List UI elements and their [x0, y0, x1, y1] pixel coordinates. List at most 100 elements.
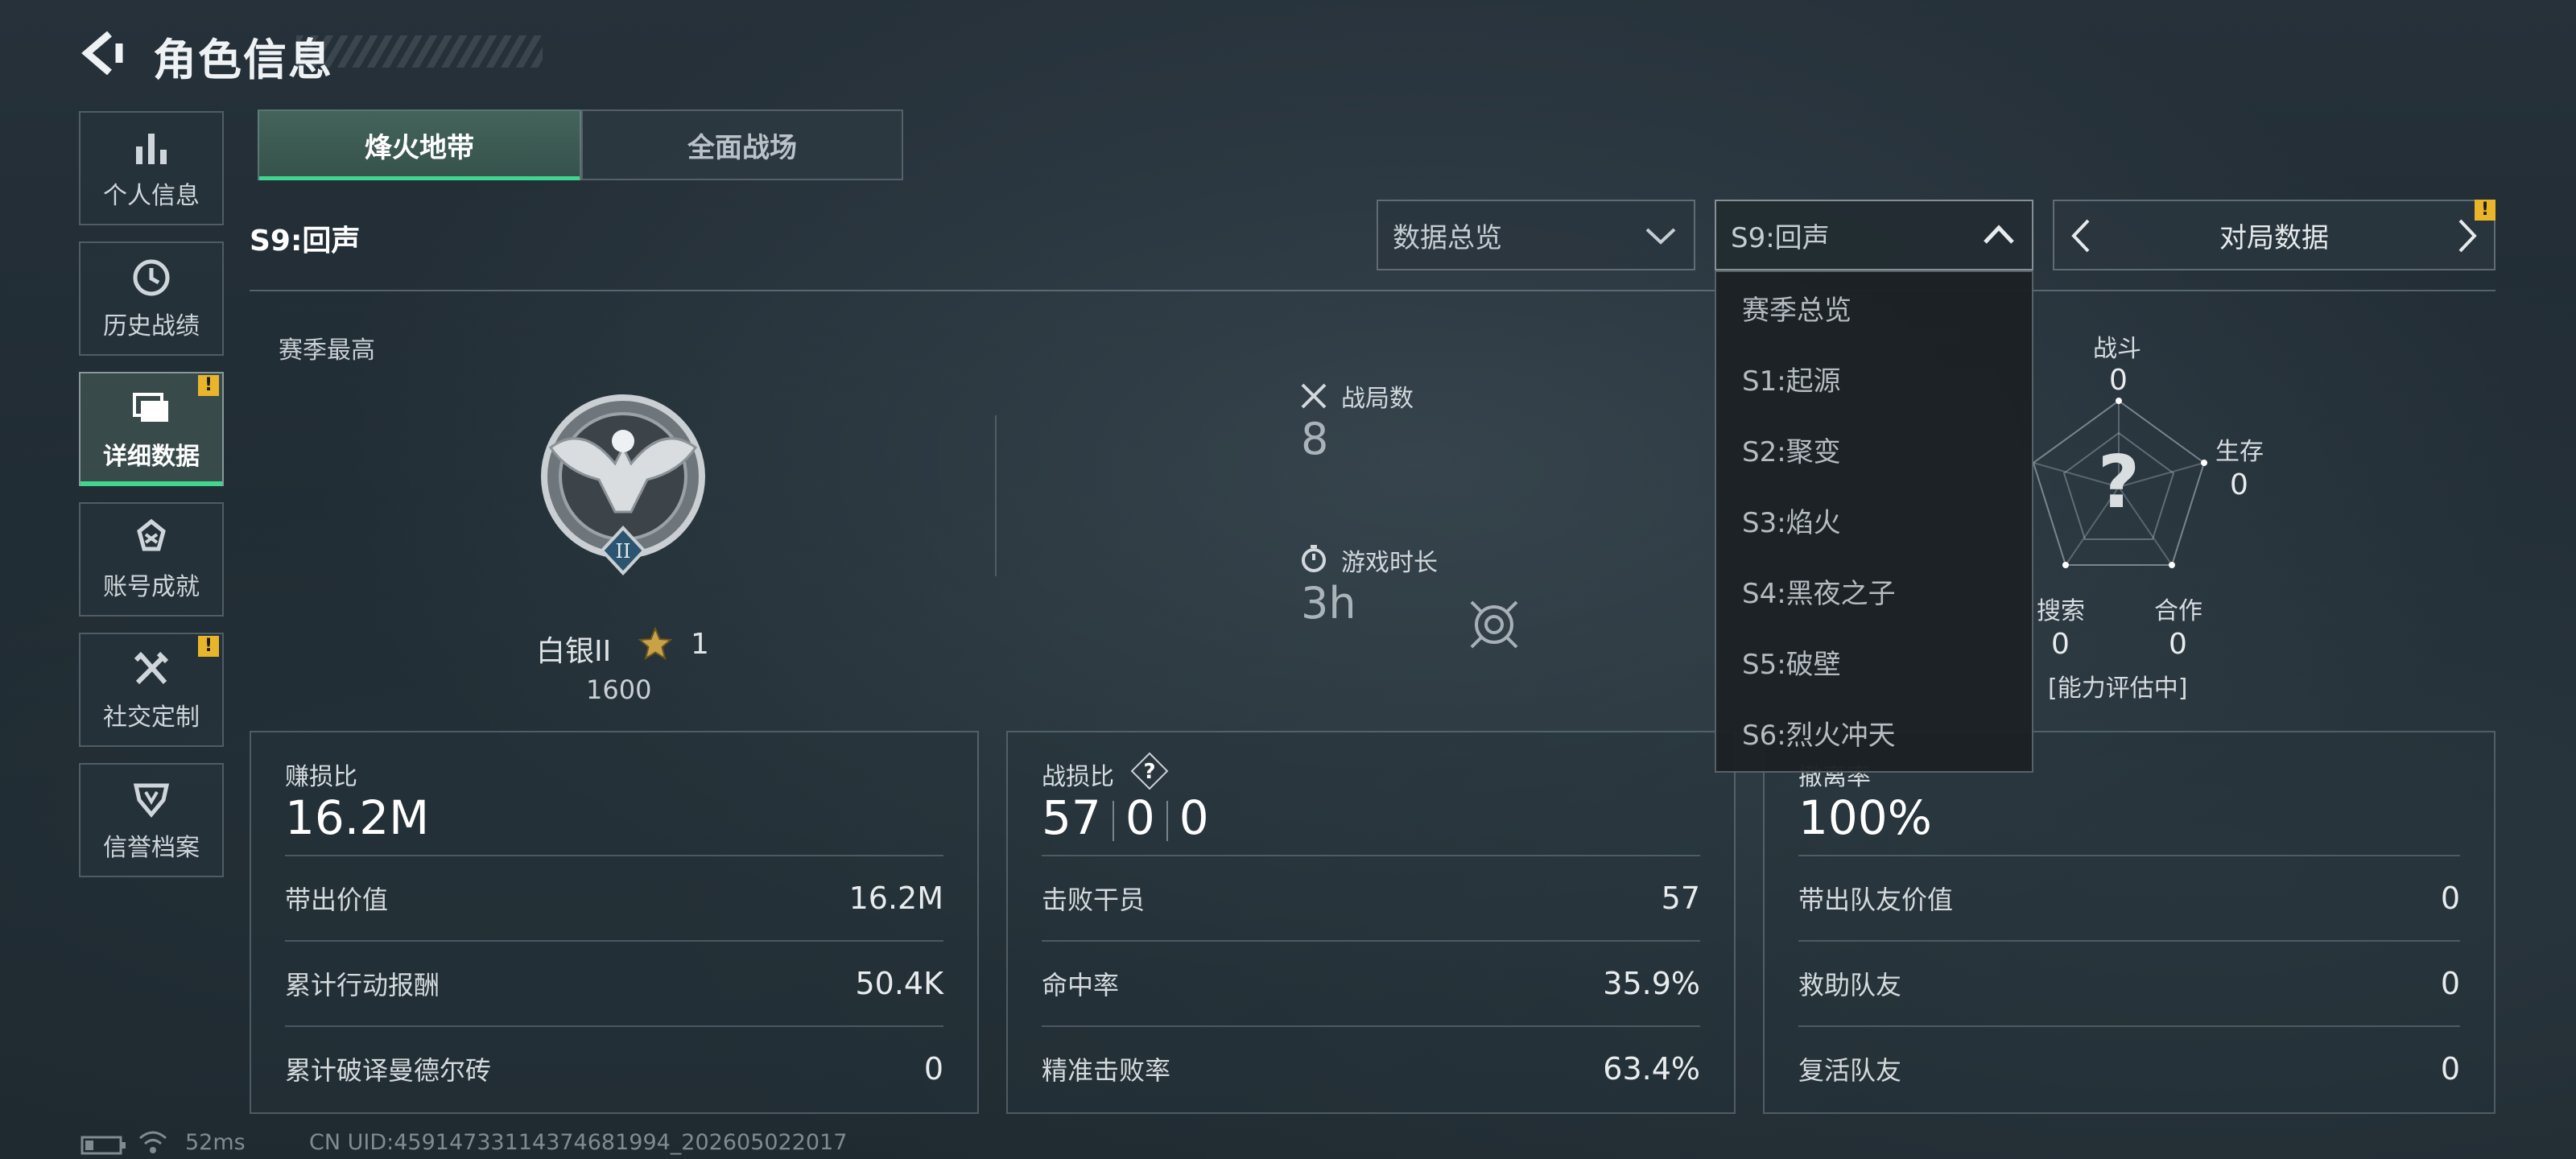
data-type-value: 数据总览: [1393, 221, 1502, 254]
achievement-icon: [137, 518, 166, 551]
row-label: 带出队友价值: [1798, 885, 1954, 915]
vertical-divider: [995, 415, 997, 576]
playtime-value: 3h: [1301, 578, 1356, 629]
chevron-down-icon: [1645, 228, 1676, 245]
wifi-icon: [139, 1131, 167, 1153]
assists-value: 0: [1179, 790, 1209, 845]
season-option[interactable]: S4:黑夜之子: [1716, 555, 2032, 626]
match-data-selector[interactable]: 对局数据 !: [2053, 200, 2496, 270]
radar-search-label: 搜索: [2037, 597, 2085, 625]
sidebar-item-personal-info[interactable]: 个人信息: [79, 111, 224, 225]
radar-search-value: 0: [2051, 628, 2070, 661]
history-clock-icon: [133, 259, 170, 296]
row-value: 0: [923, 1051, 943, 1087]
warning-badge: !: [198, 375, 219, 396]
season-option[interactable]: 赛季总览: [1716, 272, 2032, 343]
title-decoration: [296, 35, 543, 68]
kills-value: 57: [1042, 790, 1101, 845]
season-option[interactable]: S6:烈火冲天: [1716, 697, 2032, 768]
profit-card-value: 16.2M: [285, 790, 430, 845]
deaths-value: 0: [1125, 790, 1155, 845]
sidebar-item-history[interactable]: 历史战绩: [79, 241, 224, 356]
sidebar-item-detailed-data[interactable]: ! 详细数据: [79, 372, 224, 486]
match-data-label: 对局数据: [2219, 221, 2329, 254]
chevron-up-icon: [1984, 225, 2014, 244]
radar-survive-value: 0: [2230, 468, 2248, 501]
row-value: 63.4%: [1603, 1051, 1700, 1087]
section-divider: [250, 290, 2496, 291]
row-value: 0: [2440, 966, 2460, 1001]
season-option[interactable]: S5:破壁: [1716, 626, 2032, 697]
row-label: 击败干员: [1042, 885, 1146, 915]
row-label: 精准击败率: [1042, 1055, 1171, 1086]
help-icon[interactable]: ?: [1130, 752, 1169, 790]
rank-star-count: 1: [691, 628, 709, 661]
sidebar-item-label: 账号成就: [103, 573, 200, 601]
season-option[interactable]: S1:起源: [1716, 343, 2032, 414]
sidebar-item-label: 详细数据: [103, 443, 200, 471]
season-option[interactable]: S2:聚变: [1716, 414, 2032, 485]
season-title: S9:回声: [250, 225, 361, 258]
back-arrow-icon[interactable]: [77, 27, 129, 79]
tab-warzone[interactable]: 烽火地带: [258, 109, 581, 180]
rank-score: 1600: [586, 674, 652, 705]
warning-badge: !: [198, 636, 219, 657]
tab-full-battlefield[interactable]: 全面战场: [581, 109, 903, 180]
row-value: 57: [1661, 881, 1700, 916]
crossed-swords-icon: [1301, 383, 1327, 409]
row-label: 带出价值: [285, 885, 389, 915]
table-row: 复活队友 0: [1798, 1025, 2460, 1111]
folders-icon: [133, 393, 168, 422]
sidebar-item-label: 个人信息: [103, 182, 200, 210]
table-row: 击败干员 57: [1042, 855, 1700, 940]
stopwatch-icon: [1302, 545, 1326, 572]
table-row: 救助队友 0: [1798, 940, 2460, 1025]
sidebar-item-label: 历史战绩: [103, 312, 200, 340]
row-value: 0: [2440, 881, 2460, 916]
table-row: 精准击败率 63.4%: [1042, 1025, 1700, 1111]
radar-fight-label: 战斗: [2093, 335, 2141, 363]
row-label: 复活队友: [1798, 1055, 1902, 1086]
star-icon: [638, 626, 673, 661]
data-type-select[interactable]: 数据总览: [1377, 200, 1695, 270]
chevron-right-icon[interactable]: [2450, 217, 2483, 254]
table-row: 累计行动报酬 50.4K: [285, 940, 943, 1025]
target-icon[interactable]: [1465, 596, 1523, 654]
rank-name: 白银II: [536, 635, 612, 668]
profit-card: 赚损比 16.2M 带出价值 16.2M 累计行动报酬 50.4K 累计破译曼德…: [250, 731, 979, 1114]
table-row: 命中率 35.9%: [1042, 940, 1700, 1025]
tools-icon: [134, 651, 169, 685]
table-row: 累计破译曼德尔砖 0: [285, 1025, 943, 1111]
combat-card: 战损比 ? 57 0 0 击败干员 57 命中率 35.9% 精准击败率 63.4%: [1006, 731, 1736, 1114]
season-select-value: S9:回声: [1731, 221, 1830, 254]
season-option[interactable]: S3:焰火: [1716, 485, 2032, 555]
battery-icon: [80, 1136, 126, 1155]
kda-value: 57 0 0: [1042, 790, 1209, 845]
matches-value: 8: [1301, 414, 1329, 464]
rank-badge-icon: II: [541, 394, 705, 575]
row-label: 命中率: [1042, 970, 1120, 1000]
row-label: 累计破译曼德尔砖: [285, 1055, 492, 1086]
row-value: 50.4K: [855, 966, 943, 1001]
matches-label: 战局数: [1341, 385, 1414, 413]
sidebar-item-reputation[interactable]: 信誉档案: [79, 763, 224, 877]
row-label: 累计行动报酬: [285, 970, 440, 1000]
chevron-left-icon[interactable]: [2066, 217, 2098, 254]
row-label: 救助队友: [1798, 970, 1902, 1000]
row-value: 0: [2440, 1051, 2460, 1087]
sidebar-item-label: 社交定制: [103, 703, 200, 732]
sidebar-item-achievements[interactable]: 账号成就: [79, 502, 224, 617]
team-card: 撤离率 100% 带出队友价值 0 救助队友 0 复活队友 0: [1763, 731, 2496, 1114]
combat-card-title: 战损比: [1042, 763, 1114, 791]
ping-value: 52ms: [185, 1130, 246, 1155]
bar-chart-icon: [136, 134, 167, 164]
season-dropdown-menu: 赛季总览 S1:起源 S2:聚变 S3:焰火 S4:黑夜之子 S5:破壁 S6:…: [1715, 270, 2033, 773]
sidebar-item-social[interactable]: ! 社交定制: [79, 633, 224, 747]
season-best-label: 赛季最高: [279, 336, 375, 365]
radar-center-mark: ?: [2098, 440, 2140, 525]
team-card-value: 100%: [1798, 790, 1932, 845]
profit-card-title: 赚损比: [285, 763, 357, 791]
rank-badge-numeral: II: [616, 540, 631, 563]
season-select[interactable]: S9:回声: [1715, 200, 2033, 270]
svg-text:?: ?: [1143, 760, 1155, 784]
